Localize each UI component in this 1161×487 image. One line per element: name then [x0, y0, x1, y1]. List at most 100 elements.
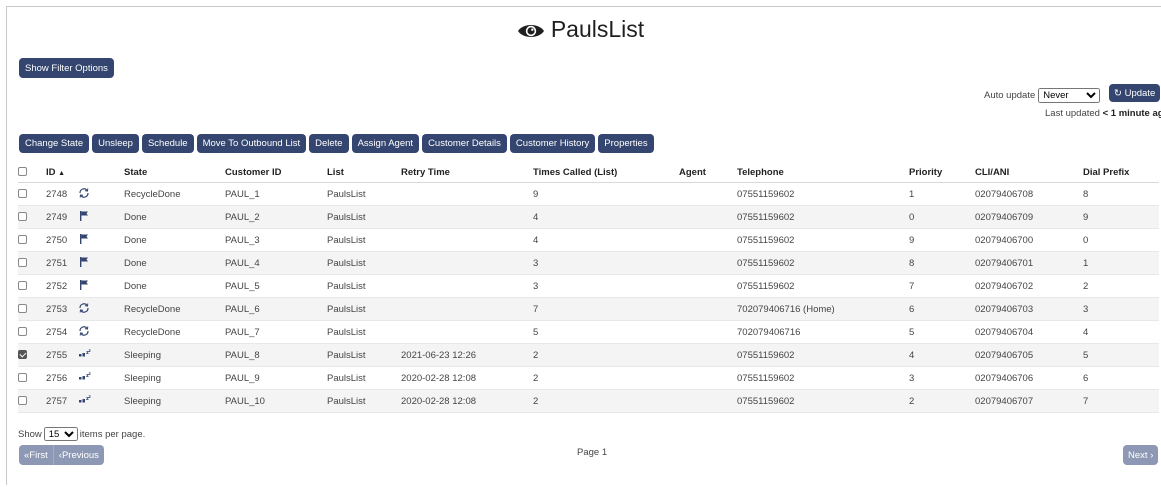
row-checkbox[interactable] [18, 212, 27, 222]
select-all-checkbox[interactable] [18, 167, 27, 177]
svg-text:z: z [89, 394, 92, 399]
change-state-button[interactable]: Change State [19, 134, 90, 153]
table-row[interactable]: 2757 z z Sleeping PAUL_10 PaulsList 2020-02-28… [18, 389, 1159, 413]
row-select-cell [18, 251, 46, 275]
move-to-outbound-list-button[interactable]: Move To Outbound List [196, 134, 307, 153]
row-checkbox[interactable] [18, 235, 27, 245]
column-header-priority[interactable]: Priority [909, 162, 975, 183]
customer-details-button[interactable]: Customer Details [422, 134, 507, 153]
column-header-customer-id[interactable]: Customer ID [225, 162, 327, 183]
unsleep-button[interactable]: Unsleep [92, 134, 139, 153]
table-row[interactable]: 2749 Done PAUL_2 PaulsList 4 07551159602 0 0207… [18, 205, 1159, 229]
times-called-cell: 5 [533, 320, 679, 344]
auto-update-select[interactable]: Never [1038, 88, 1101, 103]
row-checkbox[interactable] [18, 350, 27, 360]
pagination-nav: «First ‹Previous [19, 445, 104, 465]
row-checkbox[interactable] [18, 281, 27, 291]
delete-button[interactable]: Delete [309, 134, 349, 153]
id-cell: 2750 [46, 228, 78, 252]
flag-icon [78, 233, 90, 248]
refresh-icon: ↻ [1114, 88, 1122, 99]
assign-agent-button[interactable]: Assign Agent [351, 134, 420, 153]
update-label: Update [1124, 88, 1156, 99]
column-header-state[interactable]: State [124, 162, 225, 183]
table-header-row: ID ▲ State Customer ID List Retry Time T… [18, 162, 1159, 183]
last-updated-value: < 1 minute ago [1102, 108, 1161, 119]
agent-cell [679, 182, 737, 206]
column-header-dial-prefix[interactable]: Dial Prefix [1083, 162, 1159, 183]
table-row[interactable]: 2755 z z Sleeping PAUL_8 PaulsList 2021-06-23 … [18, 343, 1159, 367]
retry-time-cell [401, 228, 533, 252]
id-cell: 2751 [46, 251, 78, 275]
status-icon-cell: zz [78, 366, 124, 390]
telephone-cell: 07551159602 [737, 366, 909, 390]
customer-id-cell: PAUL_4 [225, 251, 327, 275]
dial-prefix-cell: 4 [1083, 320, 1159, 344]
column-header-cli-ani[interactable]: CLI/ANI [975, 162, 1083, 183]
flag-icon [78, 256, 90, 271]
page-size-select[interactable]: 15 [43, 427, 78, 441]
id-cell: 2753 [46, 297, 78, 321]
priority-cell: 6 [909, 297, 975, 321]
times-called-cell: 2 [533, 389, 679, 413]
column-header-telephone[interactable]: Telephone [737, 162, 909, 183]
status-icon-cell [78, 205, 124, 229]
items-per-page-label: items per page. [79, 429, 146, 440]
row-checkbox[interactable] [18, 304, 27, 314]
schedule-button[interactable]: Schedule [141, 134, 194, 153]
table-row[interactable]: 2753 RecycleDone PAUL_6 PaulsList 7 702079406… [18, 297, 1159, 321]
last-updated-label: Last updated [1045, 108, 1100, 119]
column-header-times-called[interactable]: Times Called (List) [533, 162, 679, 183]
agent-cell [679, 274, 737, 298]
svg-text:z: z [89, 348, 92, 353]
cli-cell: 02079406703 [975, 297, 1083, 321]
cli-cell: 02079406706 [975, 366, 1083, 390]
cli-cell: 02079406700 [975, 228, 1083, 252]
id-cell: 2755 [46, 343, 78, 367]
agent-cell [679, 297, 737, 321]
cli-cell: 02079406701 [975, 251, 1083, 275]
id-cell: 2754 [46, 320, 78, 344]
update-button[interactable]: ↻ Update [1109, 84, 1161, 102]
priority-cell: 9 [909, 228, 975, 252]
table-row[interactable]: 2750 Done PAUL_3 PaulsList 4 07551159602 9 0207… [18, 228, 1159, 252]
column-header-id[interactable]: ID ▲ [46, 162, 78, 183]
customer-history-button[interactable]: Customer History [509, 134, 596, 153]
table-row[interactable]: 2754 RecycleDone PAUL_7 PaulsList 5 702079406… [18, 320, 1159, 344]
table-row[interactable]: 2748 RecycleDone PAUL_1 PaulsList 9 075511596… [18, 182, 1159, 206]
list-cell: PaulsList [327, 343, 401, 367]
sort-ascending-icon: ▲ [58, 169, 66, 177]
cli-cell: 02079406702 [975, 274, 1083, 298]
list-cell: PaulsList [327, 251, 401, 275]
priority-cell: 3 [909, 366, 975, 390]
properties-button[interactable]: Properties [598, 134, 654, 153]
previous-page-button[interactable]: ‹Previous [53, 445, 104, 465]
column-header-agent[interactable]: Agent [679, 162, 737, 183]
retry-time-cell: 2021-06-23 12:26 [401, 343, 533, 367]
dial-prefix-cell: 0 [1083, 228, 1159, 252]
priority-cell: 1 [909, 182, 975, 206]
column-header-list[interactable]: List [327, 162, 401, 183]
next-page-button[interactable]: Next › [1123, 445, 1159, 465]
first-page-button[interactable]: «First [19, 445, 54, 465]
row-select-cell [18, 274, 46, 298]
row-checkbox[interactable] [18, 327, 27, 337]
state-cell: Done [124, 251, 225, 275]
table-row[interactable]: 2752 Done PAUL_5 PaulsList 3 07551159602 7 0207… [18, 274, 1159, 298]
row-checkbox[interactable] [18, 396, 27, 406]
sleep-icon: zz [78, 348, 92, 363]
telephone-cell: 702079406716 [737, 320, 909, 344]
priority-cell: 0 [909, 205, 975, 229]
records-table: ID ▲ State Customer ID List Retry Time T… [18, 162, 1159, 413]
row-checkbox[interactable] [18, 189, 27, 199]
auto-update-control: Auto update Never [984, 88, 1101, 103]
table-row[interactable]: 2751 Done PAUL_4 PaulsList 3 07551159602 8 0207… [18, 251, 1159, 275]
customer-id-cell: PAUL_1 [225, 182, 327, 206]
telephone-cell: 07551159602 [737, 343, 909, 367]
telephone-cell: 07551159602 [737, 251, 909, 275]
row-checkbox[interactable] [18, 258, 27, 268]
column-header-retry-time[interactable]: Retry Time [401, 162, 533, 183]
show-filter-options-button[interactable]: Show Filter Options [19, 58, 114, 78]
table-row[interactable]: 2756 z z Sleeping PAUL_9 PaulsList 2020-02-28 … [18, 366, 1159, 390]
row-checkbox[interactable] [18, 373, 27, 383]
